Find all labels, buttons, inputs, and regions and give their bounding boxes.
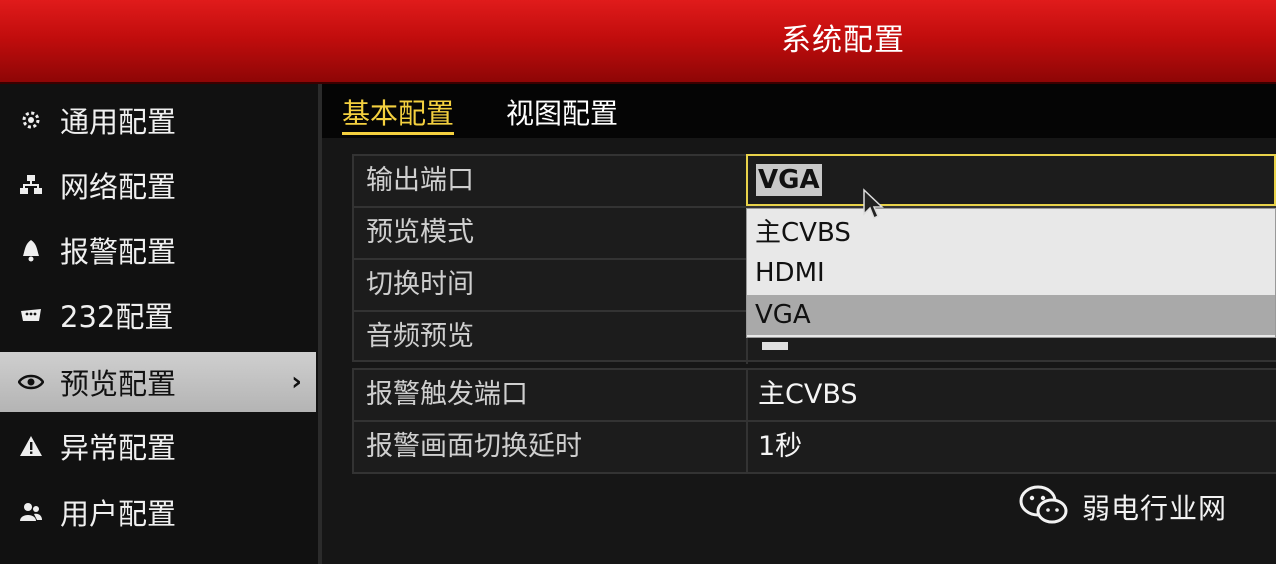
column-divider — [746, 370, 748, 420]
sidebar-item-alarm[interactable]: 报警配置 — [0, 220, 316, 280]
audio-preview-toggle[interactable] — [762, 342, 788, 350]
watermark-text: 弱电行业网 — [1082, 492, 1228, 525]
gear-icon — [18, 107, 44, 133]
tab-basic-config[interactable]: 基本配置 — [342, 92, 455, 135]
sidebar-item-label: 用户配置 — [60, 497, 177, 531]
setting-label: 预览模式 — [366, 217, 474, 248]
setting-value: 主CVBS — [758, 379, 858, 410]
sidebar-item-label: 预览配置 — [60, 367, 177, 401]
setting-label: 报警画面切换延时 — [366, 431, 582, 462]
setting-label: 音频预览 — [366, 321, 474, 352]
serial-port-icon — [18, 302, 44, 328]
sidebar-item-rs232[interactable]: 232配置 — [0, 285, 316, 345]
output-port-selected-value: VGA — [756, 164, 822, 196]
chevron-right-icon: › — [291, 367, 302, 397]
title-bar: 系统配置 — [0, 0, 1276, 84]
sidebar-item-label: 通用配置 — [60, 105, 177, 139]
sidebar-item-label: 异常配置 — [60, 431, 177, 465]
setting-label: 报警触发端口 — [366, 379, 528, 410]
watermark: 弱电行业网 — [1018, 482, 1227, 532]
sidebar-item-label: 报警配置 — [60, 235, 177, 269]
sidebar: 通用配置 网络配置 报警配置 232配置 预览配置 › 异常配置 用户配置 — [0, 84, 318, 564]
dropdown-option-vga[interactable]: VGA — [747, 295, 1275, 335]
warning-icon — [18, 433, 44, 459]
setting-row-alarm-trigger-port[interactable]: 报警触发端口 主CVBS — [354, 370, 1276, 422]
dropdown-option-cvbs[interactable]: 主CVBS — [747, 213, 1275, 253]
column-divider — [746, 422, 748, 474]
sidebar-item-label: 232配置 — [60, 300, 174, 334]
network-icon — [18, 172, 44, 198]
output-port-select[interactable]: VGA — [746, 154, 1276, 206]
sidebar-item-general[interactable]: 通用配置 — [0, 90, 316, 150]
alarm-bell-icon — [18, 237, 44, 263]
setting-value: 1秒 — [758, 431, 803, 462]
dropdown-option-hdmi[interactable]: HDMI — [747, 253, 1275, 293]
settings-group-alarm: 报警触发端口 主CVBS 报警画面切换延时 1秒 — [352, 368, 1276, 474]
setting-label: 切换时间 — [366, 269, 474, 300]
sidebar-item-network[interactable]: 网络配置 — [0, 155, 316, 215]
sidebar-item-preview[interactable]: 预览配置 › — [0, 352, 316, 412]
window-title: 系统配置 — [781, 23, 905, 58]
users-icon — [18, 499, 44, 525]
setting-row-alarm-switch-delay[interactable]: 报警画面切换延时 1秒 — [354, 422, 1276, 474]
output-port-dropdown: 主CVBS HDMI VGA — [746, 208, 1276, 338]
tab-view-config[interactable]: 视图配置 — [506, 92, 618, 132]
sidebar-item-label: 网络配置 — [60, 170, 177, 204]
tab-bar: 基本配置 视图配置 — [322, 84, 1276, 138]
mouse-cursor-icon — [862, 188, 886, 224]
setting-label: 输出端口 — [366, 165, 474, 196]
wechat-icon — [1018, 484, 1070, 530]
sidebar-item-user[interactable]: 用户配置 — [0, 482, 316, 542]
main-panel: 基本配置 视图配置 输出端口 预览模式 切换时间 音频预览 报警触发端口 主CV… — [322, 84, 1276, 564]
eye-icon — [18, 369, 44, 395]
sidebar-item-exception[interactable]: 异常配置 — [0, 416, 316, 476]
